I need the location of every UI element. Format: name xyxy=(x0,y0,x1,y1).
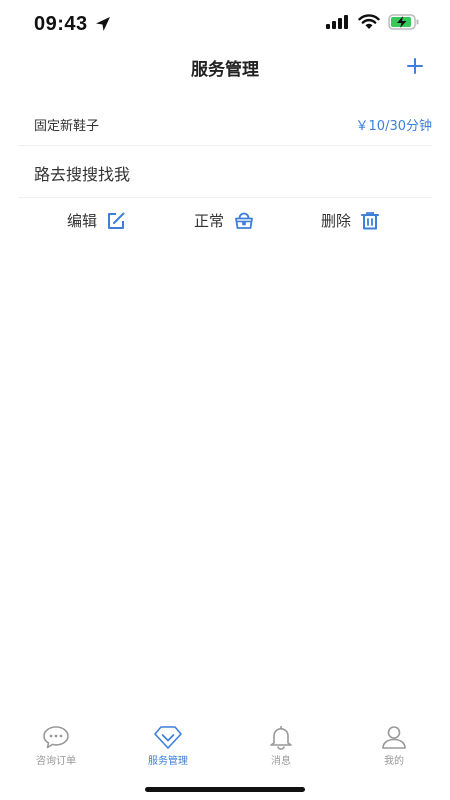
page-title: 服务管理 xyxy=(191,60,259,80)
diamond-icon xyxy=(154,726,182,749)
service-description: 路去搜搜找我 xyxy=(18,146,432,198)
service-description-text: 路去搜搜找我 xyxy=(34,165,131,184)
status-icons xyxy=(326,14,420,30)
tab-service-management[interactable]: 服务管理 xyxy=(112,724,224,767)
tab-label: 服务管理 xyxy=(148,756,188,767)
status-label: 正常 xyxy=(194,212,225,230)
tab-label: 我的 xyxy=(384,756,404,767)
status-time: 09:43 xyxy=(34,13,88,35)
delete-label: 删除 xyxy=(321,212,352,230)
delete-button[interactable]: 删除 xyxy=(321,210,380,231)
status-bar: 09:43 xyxy=(0,0,450,48)
wifi-icon xyxy=(358,14,380,29)
add-service-button[interactable] xyxy=(402,53,428,79)
bell-icon xyxy=(270,725,292,750)
basket-icon xyxy=(235,212,253,229)
service-actions: 编辑 正常 删除 xyxy=(0,198,450,244)
battery-charging-icon xyxy=(388,14,419,30)
edit-label: 编辑 xyxy=(67,212,98,230)
tab-messages[interactable]: 消息 xyxy=(225,724,337,767)
signal-icon xyxy=(326,15,348,29)
trash-icon xyxy=(361,211,380,229)
location-arrow-icon xyxy=(96,17,110,31)
service-name: 固定新鞋子 xyxy=(34,119,100,134)
tab-consult-orders[interactable]: 咨询订单 xyxy=(0,724,112,767)
edit-icon xyxy=(108,212,125,229)
service-price: ￥10/30分钟 xyxy=(355,119,432,134)
service-header: 固定新鞋子 ￥10/30分钟 xyxy=(18,102,432,146)
tab-label: 咨询订单 xyxy=(36,756,76,767)
edit-button[interactable]: 编辑 xyxy=(67,210,126,231)
nav-bar: 服务管理 xyxy=(0,48,450,88)
tab-label: 消息 xyxy=(271,756,291,767)
tab-bar: 咨询订单 服务管理 消息 我的 xyxy=(0,724,450,770)
person-icon xyxy=(382,726,406,749)
status-toggle-button[interactable]: 正常 xyxy=(194,210,255,231)
chat-bubble-icon xyxy=(43,726,69,749)
plus-icon xyxy=(407,58,423,74)
app-screen: 09:43 服务管理 固定新鞋子 ￥10/30分钟 路去搜搜找我 编辑 正常 删… xyxy=(0,0,450,800)
home-indicator xyxy=(145,787,305,792)
tab-profile[interactable]: 我的 xyxy=(338,724,450,767)
